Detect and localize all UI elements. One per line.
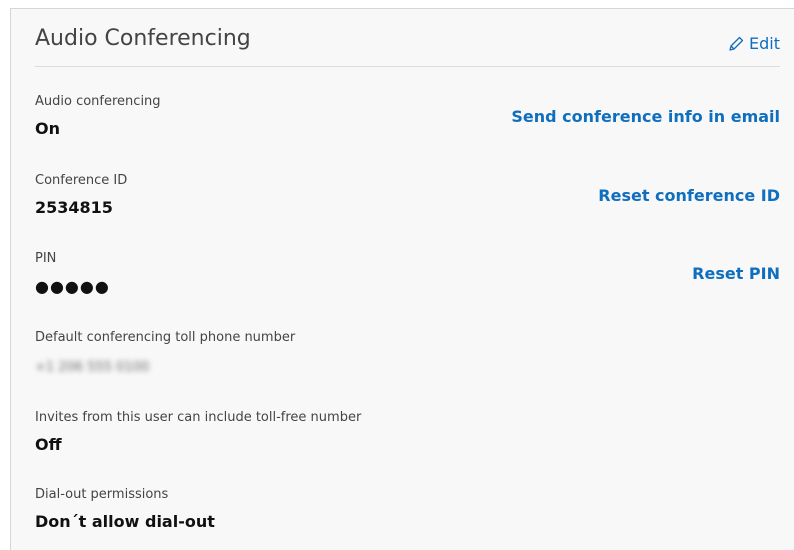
edit-label: Edit [749,34,780,53]
pin-field: PIN ●●●●● [35,251,110,297]
pin-value: ●●●●● [35,277,110,296]
toll-free-field: Invites from this user can include toll-… [35,410,361,455]
toll-number-value: +1 206 555 0100 [35,360,150,375]
header-divider [35,66,780,67]
reset-conference-id-link[interactable]: Reset conference ID [598,186,780,205]
pin-label: PIN [35,251,57,266]
dial-out-label: Dial-out permissions [35,487,169,502]
conference-id-value: 2534815 [35,198,113,217]
edit-button[interactable]: Edit [727,34,780,53]
dial-out-value: Don´t allow dial-out [35,512,215,531]
audio-conferencing-field: Audio conferencing On [35,94,161,139]
send-conference-info-link[interactable]: Send conference info in email [511,107,780,126]
audio-conferencing-card: Audio Conferencing Edit Audio conferenci… [10,8,794,550]
pencil-icon [727,35,745,53]
toll-free-label: Invites from this user can include toll-… [35,410,362,425]
conference-id-label: Conference ID [35,173,128,188]
conference-id-field: Conference ID 2534815 [35,173,127,218]
toll-free-value: Off [35,435,62,454]
toll-number-label: Default conferencing toll phone number [35,330,296,345]
toll-number-field: Default conferencing toll phone number +… [35,330,295,378]
reset-pin-link[interactable]: Reset PIN [692,264,780,283]
audio-conferencing-value: On [35,119,60,138]
audio-conferencing-label: Audio conferencing [35,94,161,109]
section-title: Audio Conferencing [35,26,251,51]
dial-out-field: Dial-out permissions Don´t allow dial-ou… [35,487,215,532]
